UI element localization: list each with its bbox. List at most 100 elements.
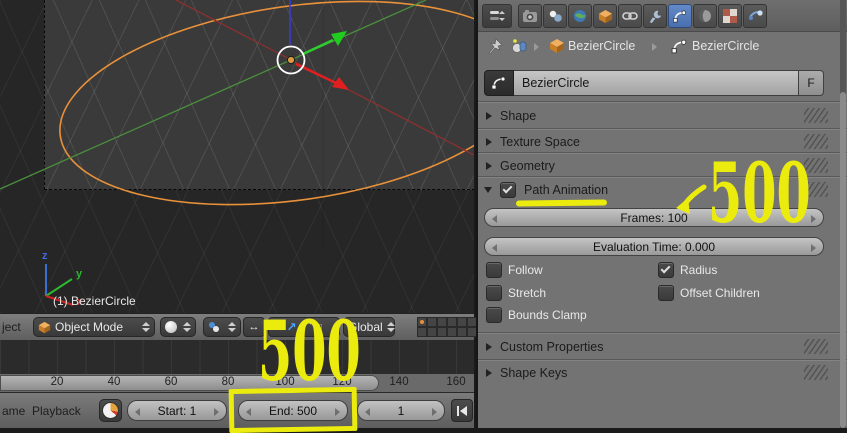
scene-icon xyxy=(549,10,562,22)
tab-material[interactable] xyxy=(693,4,717,28)
active-object-label: (1) BezierCircle xyxy=(53,294,136,308)
tab-constraints[interactable] xyxy=(618,4,642,28)
object-data-icon xyxy=(512,39,527,53)
chevron-updown-icon xyxy=(228,322,236,332)
panel-label: Path Animation xyxy=(524,183,609,197)
view3d-header: ject Object Mode ↔ ↗ ⌒ □ Global xyxy=(0,313,477,340)
radius-label: Radius xyxy=(680,263,718,277)
orientation-dropdown[interactable]: Global xyxy=(343,317,395,337)
stretch-checkbox[interactable] xyxy=(486,285,502,301)
av-sync-button[interactable] xyxy=(99,399,122,422)
frame-menu[interactable]: ame xyxy=(2,398,25,424)
pin-icon[interactable] xyxy=(487,38,503,55)
scrollbar-thumb[interactable] xyxy=(840,92,846,428)
radius-checkbox[interactable] xyxy=(658,262,674,278)
offset-children-checkbox[interactable] xyxy=(658,285,674,301)
editor-type-selector[interactable] xyxy=(482,4,512,28)
current-frame-field[interactable]: 1 xyxy=(357,400,445,421)
panel-grip[interactable] xyxy=(804,108,828,123)
frames-slider[interactable]: Frames: 100 xyxy=(484,208,824,227)
breadcrumb-object-name[interactable]: BezierCircle xyxy=(568,39,635,53)
rotate-manipulator-button[interactable]: ⌒ xyxy=(301,319,312,335)
datablock-name-row: BezierCircle F xyxy=(484,70,824,96)
increment-icon[interactable] xyxy=(432,408,437,416)
object-origin xyxy=(286,55,296,65)
shading-dropdown[interactable] xyxy=(160,317,196,337)
material-sphere-icon xyxy=(699,10,711,22)
fake-user-button[interactable]: F xyxy=(799,70,824,96)
curve-data-icon xyxy=(491,76,506,90)
panel-path-animation[interactable]: Path Animation xyxy=(478,178,836,202)
panel-custom-properties[interactable]: Custom Properties xyxy=(478,335,836,359)
decrement-icon[interactable] xyxy=(492,215,497,223)
y-axis-line xyxy=(0,0,427,190)
x-arrow-icon xyxy=(332,77,349,90)
pivot-dropdown[interactable] xyxy=(203,317,241,337)
increment-icon[interactable] xyxy=(214,408,219,416)
manipulator-group: ↗ ⌒ □ xyxy=(268,317,340,337)
bezier-circle-curve xyxy=(59,0,474,206)
frames-slider-label: Frames: 100 xyxy=(620,210,688,225)
panel-geometry[interactable]: Geometry xyxy=(478,154,836,178)
playback-menu[interactable]: Playback xyxy=(32,398,81,424)
panel-grip[interactable] xyxy=(804,134,828,149)
evaluation-time-slider[interactable]: Evaluation Time: 0.000 xyxy=(484,237,824,256)
panel-label: Shape xyxy=(500,109,537,123)
bounds-clamp-label: Bounds Clamp xyxy=(508,308,587,322)
timeline-canvas[interactable] xyxy=(0,340,474,374)
follow-checkbox[interactable] xyxy=(486,262,502,278)
ruler-tick: 120 xyxy=(332,376,352,388)
tab-scene[interactable] xyxy=(543,4,567,28)
panel-shape[interactable]: Shape xyxy=(478,104,836,128)
panel-grip[interactable] xyxy=(804,158,828,173)
tab-texture[interactable] xyxy=(718,4,742,28)
3d-viewport[interactable]: z y x (1) BezierCircle xyxy=(0,0,474,313)
decrement-icon[interactable] xyxy=(135,408,140,416)
scale-manipulator-button[interactable]: □ xyxy=(316,322,322,333)
properties-scrollbar[interactable] xyxy=(840,0,846,428)
collapse-arrow-icon xyxy=(486,162,492,170)
path-animation-checkbox[interactable] xyxy=(500,182,516,198)
start-frame-field[interactable]: Start: 1 xyxy=(127,400,227,421)
layer-1-active[interactable] xyxy=(417,317,427,327)
clock-icon xyxy=(102,402,119,419)
translate-manipulator-button[interactable]: ↗ xyxy=(286,320,296,334)
ruler-tick: 140 xyxy=(389,376,409,388)
layers-grid[interactable] xyxy=(417,317,477,337)
decrement-icon[interactable] xyxy=(246,408,251,416)
increment-icon[interactable] xyxy=(811,244,816,252)
tab-modifiers[interactable] xyxy=(643,4,667,28)
timeline-ruler[interactable]: 20 40 60 80 100 120 140 160 xyxy=(0,374,474,392)
increment-icon[interactable] xyxy=(335,408,340,416)
datablock-name-input[interactable]: BezierCircle xyxy=(514,70,799,96)
tab-object[interactable] xyxy=(593,4,617,28)
properties-editor-icon xyxy=(490,11,505,21)
decrement-icon[interactable] xyxy=(492,244,497,252)
breadcrumb-data-name[interactable]: BezierCircle xyxy=(692,39,759,53)
tab-world[interactable] xyxy=(568,4,592,28)
panel-grip[interactable] xyxy=(804,339,828,354)
bounds-clamp-checkbox[interactable] xyxy=(486,307,502,323)
tab-render[interactable] xyxy=(518,4,542,28)
panel-texture-space[interactable]: Texture Space xyxy=(478,130,836,154)
cube-icon xyxy=(598,9,612,23)
manipulator-toggle-button[interactable]: ↔ xyxy=(243,317,265,337)
wrench-icon xyxy=(649,10,661,23)
breadcrumb: BezierCircle BezierCircle xyxy=(478,34,838,60)
decrement-icon[interactable] xyxy=(365,408,370,416)
panel-label: Shape Keys xyxy=(500,366,568,380)
panel-shape-keys[interactable]: Shape Keys xyxy=(478,361,836,385)
tab-physics[interactable] xyxy=(743,4,767,28)
ruler-tick: 60 xyxy=(164,376,178,388)
increment-icon[interactable] xyxy=(811,215,816,223)
arrows-horizontal-icon: ↔ xyxy=(248,321,260,333)
panel-grip[interactable] xyxy=(804,182,828,197)
object-menu[interactable]: ject xyxy=(2,314,21,340)
mode-label: Object Mode xyxy=(55,320,124,334)
panel-grip[interactable] xyxy=(804,365,828,380)
end-frame-field[interactable]: End: 500 xyxy=(238,400,348,421)
jump-to-start-button[interactable] xyxy=(451,399,473,422)
divider xyxy=(478,359,847,360)
mode-dropdown[interactable]: Object Mode xyxy=(33,317,155,337)
tab-object-data[interactable] xyxy=(668,4,692,28)
